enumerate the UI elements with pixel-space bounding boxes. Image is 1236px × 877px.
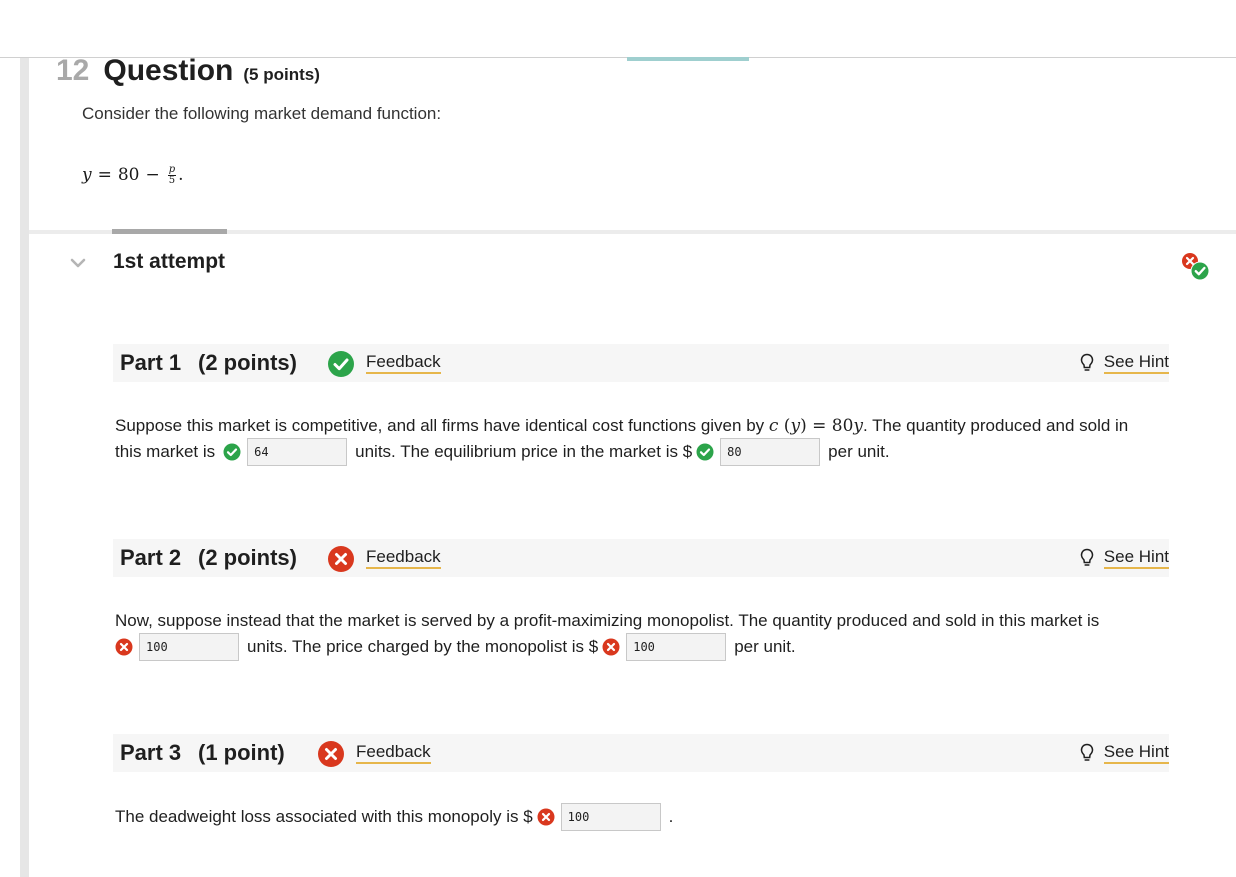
formula-period: . [178,165,184,185]
correct-check-icon [696,443,714,461]
part-1-see-hint[interactable]: See Hint [1080,352,1169,374]
part-3-line-1: The deadweight loss associated with this… [115,803,1175,831]
formula-fraction: p 5 [167,163,177,186]
part-1-feedback-link[interactable]: Feedback [366,352,441,374]
part-3-points: (1 point) [198,740,285,765]
math-func: c [768,416,779,436]
attempt-divider-accent [112,229,227,234]
formula-equals: = [97,165,112,185]
incorrect-x-icon [318,741,344,767]
part-3-text-1: The deadweight loss associated with this… [115,807,533,826]
attempt-title[interactable]: 1st attempt [113,250,225,274]
part-2-text-3: per unit. [734,637,796,656]
question-header: 12 Question (5 points) [56,54,320,94]
part-1-hint-label[interactable]: See Hint [1103,352,1169,374]
part-1-title: Part 1 [120,350,182,375]
part-3-header: Part 3 (1 point) Feedback See Hint [113,734,1169,772]
part-3-deadweight-input[interactable]: 100 [560,803,661,831]
part-3-title: Part 3 [120,740,182,765]
incorrect-x-icon [537,808,555,826]
math-close: ) = 80 [800,416,854,436]
question-points: (5 points) [243,65,320,84]
part-3-feedback-link[interactable]: Feedback [356,742,431,764]
part-1-line-2: this market is 64 units. The equilibrium… [115,438,1175,466]
part-3-text-2: . [668,807,674,826]
part-2-hint-label[interactable]: See Hint [1103,547,1169,569]
fraction-numerator: p [167,163,177,176]
incorrect-x-icon [115,638,133,656]
left-margin-bar [20,58,29,877]
part-1-quantity-input[interactable]: 64 [247,438,348,466]
chevron-down-icon[interactable] [69,256,87,270]
mixed-result-icon [1182,253,1210,281]
demand-formula: y = 80 − p 5 . [82,158,184,192]
part-2-text-2: units. The price charged by the monopoli… [247,637,599,656]
formula-lhs: y [82,165,92,185]
question-title: Question [103,54,234,87]
part-2-text-1: Now, suppose instead that the market is … [115,611,1100,630]
part-2-see-hint[interactable]: See Hint [1080,547,1169,569]
correct-check-icon [328,351,354,377]
part-1-body: Suppose this market is competitive, and … [115,413,1175,466]
part-2-price-input[interactable]: 100 [626,633,727,661]
part-1-header: Part 1 (2 points) Feedback See Hint [113,344,1169,382]
part-1-text-1: Suppose this market is competitive, and … [115,416,769,435]
formula-minus: − [145,165,160,185]
incorrect-x-icon [328,546,354,572]
math-var: y [790,416,801,436]
part-2-quantity-input[interactable]: 100 [139,633,239,661]
math-open: ( [778,416,791,436]
part-2-points: (2 points) [198,545,297,570]
part-1-points: (2 points) [198,350,297,375]
lightbulb-icon [1080,743,1094,761]
part-2-title: Part 2 [120,545,182,570]
part-3-hint-label[interactable]: See Hint [1103,742,1169,764]
lightbulb-icon [1080,548,1094,566]
part-2-line-2: 100 units. The price charged by the mono… [115,633,1175,661]
correct-check-icon [223,443,241,461]
cost-function-math: c (y) = 80y [769,413,863,439]
part-1-line-1: Suppose this market is competitive, and … [115,413,1175,439]
question-number: 12 [56,54,90,87]
part-2-line-1: Now, suppose instead that the market is … [115,608,1175,634]
fraction-denominator: 5 [168,174,176,186]
part-1-text-5: per unit. [828,442,890,461]
top-accent-bar [627,57,749,61]
incorrect-x-icon [602,638,620,656]
math-var2: y [853,416,863,436]
part-1-text-3: this market is [115,442,216,461]
part-1-text-4: units. The equilibrium price in the mark… [355,442,693,461]
part-1-text-2: . The quantity produced and sold in [863,416,1129,435]
part-2-header: Part 2 (2 points) Feedback See Hint [113,539,1169,577]
part-1-price-input[interactable]: 80 [720,438,821,466]
question-prompt: Consider the following market demand fun… [82,104,442,123]
part-2-feedback-link[interactable]: Feedback [366,547,441,569]
part-3-body: The deadweight loss associated with this… [115,803,1175,831]
formula-constant: 80 [117,165,140,185]
part-3-see-hint[interactable]: See Hint [1080,742,1169,764]
part-2-body: Now, suppose instead that the market is … [115,608,1175,661]
lightbulb-icon [1080,353,1094,371]
